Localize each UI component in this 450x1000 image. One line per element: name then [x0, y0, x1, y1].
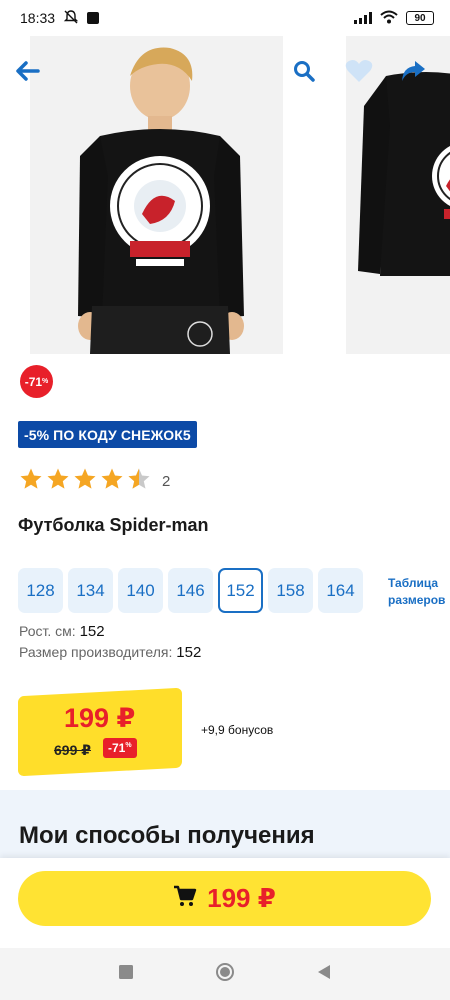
current-price: 199 ₽	[64, 703, 136, 733]
add-to-cart-button[interactable]: 199 ₽	[18, 871, 431, 926]
wifi-icon	[380, 10, 398, 27]
status-bar: 18:33 90	[0, 0, 450, 36]
price-discount-tag: -71%	[103, 738, 137, 758]
size-table-link-line2: размеров	[388, 593, 446, 607]
battery-icon: 90	[406, 11, 434, 25]
back-arrow-icon[interactable]	[12, 56, 42, 86]
product-rating[interactable]: 2	[19, 467, 170, 496]
status-time: 18:33	[20, 10, 56, 26]
heart-icon[interactable]	[344, 56, 374, 86]
home-icon[interactable]	[215, 962, 235, 987]
product-gallery[interactable]	[0, 36, 450, 356]
signal-icon	[354, 12, 372, 24]
search-icon[interactable]	[289, 56, 319, 86]
spec-manufacturer-label: Размер производителя:	[19, 644, 173, 660]
share-icon[interactable]	[398, 56, 428, 86]
size-option-128[interactable]: 128	[18, 568, 63, 613]
star-icon	[100, 467, 124, 496]
size-table-link-line1: Таблица	[388, 576, 439, 590]
promo-code-tag[interactable]: -5% ПО КОДУ СНЕЖОК5	[18, 421, 197, 448]
size-option-152-selected[interactable]: 152	[218, 568, 263, 613]
star-icon	[46, 467, 70, 496]
discount-badge-unit: %	[42, 378, 49, 385]
back-icon[interactable]	[317, 964, 331, 985]
price-discount-unit: %	[125, 742, 132, 749]
half-star-icon	[127, 467, 151, 496]
discount-badge-value: -71	[24, 374, 43, 389]
spec-height-label: Рост. см:	[19, 623, 76, 639]
size-option-146[interactable]: 146	[168, 568, 213, 613]
recents-icon[interactable]	[119, 964, 133, 984]
add-to-cart-price: 199 ₽	[207, 883, 276, 913]
spec-height: Рост. см: 152	[19, 623, 105, 640]
star-icon	[19, 467, 43, 496]
size-selector: 128 134 140 146 152 158 164	[18, 568, 363, 613]
star-icon	[73, 467, 97, 496]
spec-manufacturer-size: Размер производителя: 152	[19, 644, 201, 661]
size-option-158[interactable]: 158	[268, 568, 313, 613]
system-nav-bar	[0, 948, 450, 1000]
price-discount-value: -71	[108, 741, 126, 755]
bonus-points: +9,9 бонусов	[201, 723, 274, 737]
spec-manufacturer-value: 152	[176, 644, 202, 661]
delivery-title: Мои способы получения	[19, 822, 315, 849]
product-photo-main[interactable]	[30, 36, 283, 354]
size-option-140[interactable]: 140	[118, 568, 163, 613]
muted-notifications-icon	[63, 9, 79, 28]
cart-icon	[173, 885, 197, 912]
spec-height-value: 152	[79, 623, 105, 640]
size-option-164[interactable]: 164	[318, 568, 363, 613]
discount-badge: -71%	[20, 365, 53, 398]
size-table-link[interactable]: Таблица размеров	[388, 575, 445, 609]
old-price: 699 ₽	[54, 742, 91, 758]
size-option-134[interactable]: 134	[68, 568, 113, 613]
reviews-count[interactable]: 2	[162, 473, 170, 490]
product-title: Футболка Spider-man	[18, 515, 209, 535]
app-icon	[87, 12, 100, 24]
